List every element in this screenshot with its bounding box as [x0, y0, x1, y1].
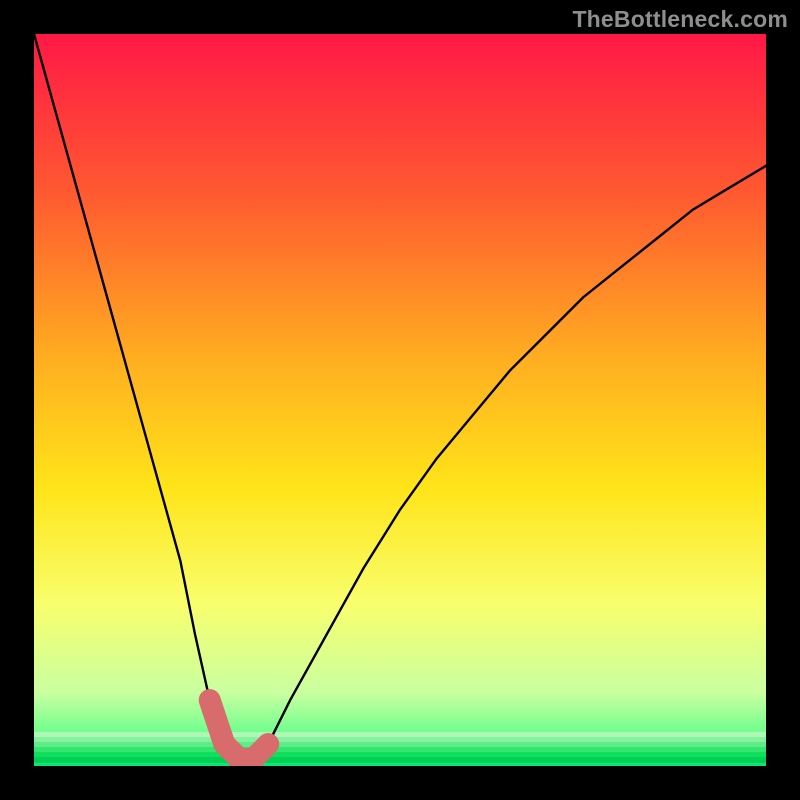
- plot-area: [34, 34, 766, 766]
- chart-frame: TheBottleneck.com: [0, 0, 800, 800]
- chart-svg: [34, 34, 766, 766]
- chart-background: [34, 34, 766, 766]
- watermark-text: TheBottleneck.com: [572, 6, 788, 33]
- green-band-stack: [34, 732, 766, 763]
